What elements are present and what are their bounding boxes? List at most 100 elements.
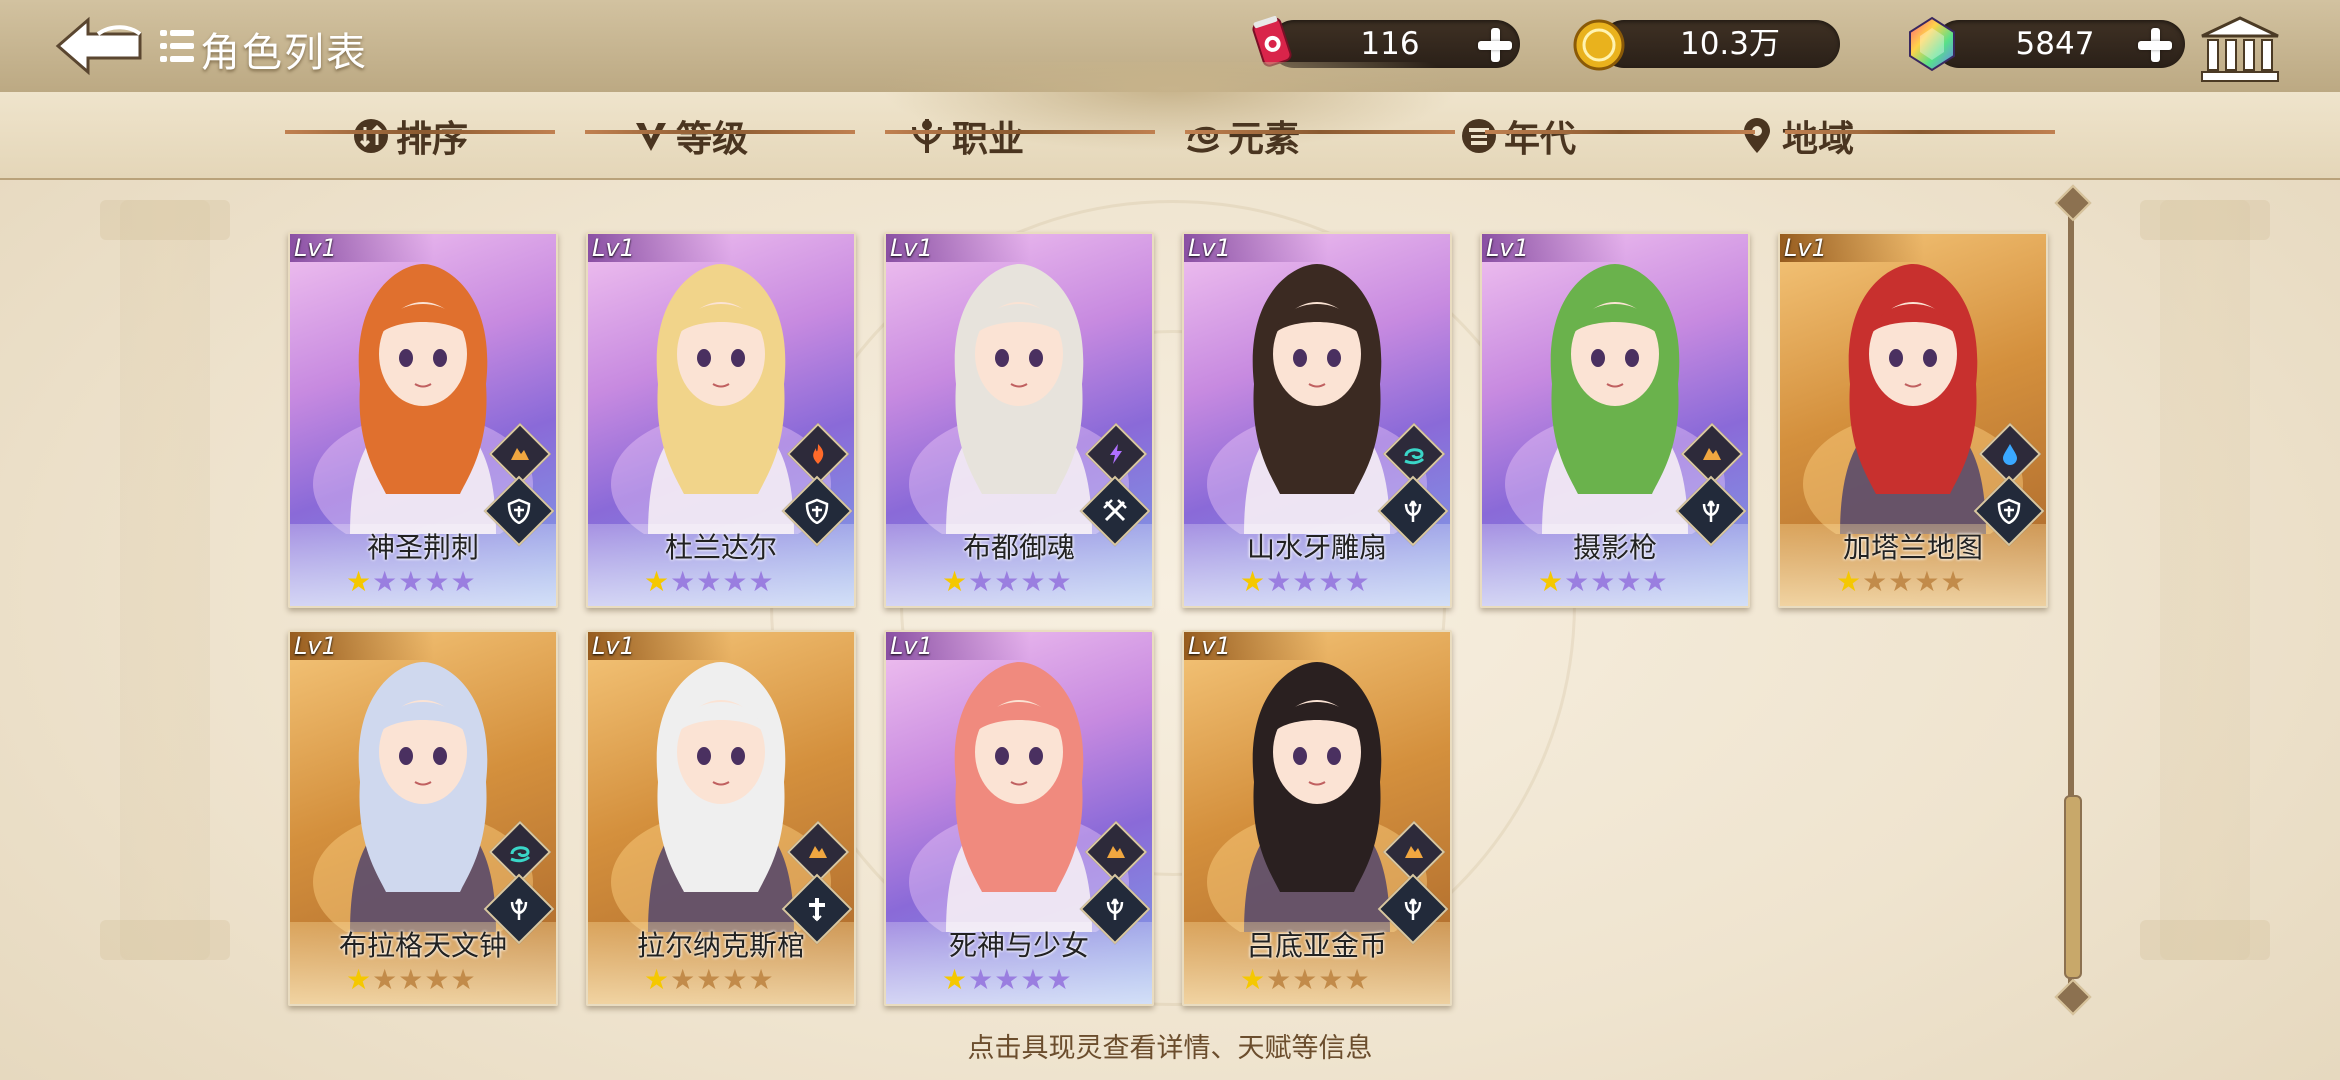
card-level-label: Lv1 (1482, 234, 1626, 262)
card-star-rating: ★ ★ ★ ★ ★ (1538, 568, 1668, 596)
star-empty-icon: ★ (1344, 565, 1370, 598)
filter-class[interactable]: 职业 (908, 114, 1024, 160)
star-empty-icon: ★ (372, 565, 398, 598)
filter-element[interactable]: 元素 (1184, 114, 1300, 160)
star-empty-icon: ★ (968, 963, 994, 996)
filter-region[interactable]: 地域 (1738, 114, 1854, 160)
footer-hint: 点击具现灵查看详情、天赋等信息 (967, 1033, 1373, 1064)
star-empty-icon: ★ (1266, 963, 1292, 996)
era-icon (1460, 117, 1498, 155)
card-star-rating: ★ ★ ★ ★ ★ (346, 966, 476, 994)
star-empty-icon: ★ (1862, 565, 1888, 598)
card-star-rating: ★ ★ ★ ★ ★ (1240, 966, 1370, 994)
filter-bar: 排序 等级 职业 元素 年代 地域 (0, 62, 2340, 180)
rainbow-gem-icon (1909, 16, 1955, 72)
star-empty-icon: ★ (1564, 565, 1590, 598)
gold-value: 10.3万 (1679, 26, 1781, 62)
column-divider (1485, 130, 1755, 134)
card-level-label: Lv1 (1184, 632, 1328, 660)
card-star-rating: ★ ★ ★ ★ ★ (644, 966, 774, 994)
character-card[interactable]: Lv1 杜兰达尔 ★ ★ ★ ★ ★ (586, 232, 856, 608)
add-gem-button[interactable] (2132, 22, 2178, 68)
star-empty-icon: ★ (424, 565, 450, 598)
character-card[interactable]: Lv1 摄影枪 ★ ★ ★ ★ ★ (1480, 232, 1750, 608)
column-divider (285, 130, 555, 134)
back-button[interactable] (52, 14, 148, 78)
star-empty-icon: ★ (1046, 963, 1072, 996)
column-divider (1785, 130, 2055, 134)
card-star-rating: ★ ★ ★ ★ ★ (644, 568, 774, 596)
star-empty-icon: ★ (1616, 565, 1642, 598)
star-empty-icon: ★ (1020, 565, 1046, 598)
class-icon (908, 117, 946, 155)
star-empty-icon: ★ (398, 963, 424, 996)
card-level-label: Lv1 (1780, 234, 1924, 262)
card-level-label: Lv1 (886, 632, 1030, 660)
star-filled-icon: ★ (942, 565, 968, 598)
character-card[interactable]: Lv1 布拉格天文钟 ★ ★ ★ ★ ★ (288, 630, 558, 1006)
star-empty-icon: ★ (748, 963, 774, 996)
star-empty-icon: ★ (722, 565, 748, 598)
character-card[interactable]: Lv1 加塔兰地图 ★ ★ ★ ★ ★ (1778, 232, 2048, 608)
gem-value: 5847 (2015, 26, 2095, 62)
character-card[interactable]: Lv1 神圣荆刺 ★ ★ ★ ★ ★ (288, 232, 558, 608)
location-pin-icon (1738, 117, 1776, 155)
star-empty-icon: ★ (1318, 565, 1344, 598)
star-empty-icon: ★ (1266, 565, 1292, 598)
card-star-rating: ★ ★ ★ ★ ★ (942, 966, 1072, 994)
bank-button[interactable] (2198, 14, 2282, 84)
filter-level[interactable]: 等级 (632, 114, 748, 160)
character-card[interactable]: Lv1 布都御魂 ★ ★ ★ ★ ★ (884, 232, 1154, 608)
star-filled-icon: ★ (1240, 963, 1266, 996)
gold-counter: 10.3万 (1600, 20, 1840, 68)
character-card[interactable]: Lv1 拉尔纳克斯棺 ★ ★ ★ ★ ★ (586, 630, 856, 1006)
star-empty-icon: ★ (722, 963, 748, 996)
star-filled-icon: ★ (1538, 565, 1564, 598)
star-empty-icon: ★ (968, 565, 994, 598)
star-filled-icon: ★ (1240, 565, 1266, 598)
star-empty-icon: ★ (1940, 565, 1966, 598)
card-level-label: Lv1 (588, 234, 732, 262)
star-empty-icon: ★ (1318, 963, 1344, 996)
scrollbar-bottom-cap (2054, 978, 2092, 1016)
star-filled-icon: ★ (346, 963, 372, 996)
add-stamina-button[interactable] (1472, 22, 1518, 68)
filter-sort-label: 排序 (396, 119, 469, 160)
filter-element-label: 元素 (1228, 119, 1301, 160)
card-star-rating: ★ ★ ★ ★ ★ (942, 568, 1072, 596)
star-empty-icon: ★ (748, 565, 774, 598)
star-filled-icon: ★ (346, 565, 372, 598)
star-empty-icon: ★ (670, 963, 696, 996)
gold-coin-icon (1573, 19, 1625, 71)
star-filled-icon: ★ (644, 963, 670, 996)
column-divider (585, 130, 855, 134)
star-empty-icon: ★ (450, 963, 476, 996)
star-empty-icon: ★ (1642, 565, 1668, 598)
star-filled-icon: ★ (942, 963, 968, 996)
card-level-label: Lv1 (1184, 234, 1328, 262)
filter-sort[interactable]: 排序 (352, 114, 468, 160)
list-icon (160, 28, 194, 64)
filter-era-label: 年代 (1504, 119, 1577, 160)
star-empty-icon: ★ (696, 565, 722, 598)
filter-level-label: 等级 (676, 119, 749, 160)
scrollbar-top-cap (2054, 184, 2092, 222)
column-divider (885, 130, 1155, 134)
level-v-icon (632, 117, 670, 155)
character-card[interactable]: Lv1 吕底亚金币 ★ ★ ★ ★ ★ (1182, 630, 1452, 1006)
left-pillar-decoration (100, 200, 230, 960)
scrollbar-thumb[interactable] (2064, 795, 2082, 979)
filter-class-label: 职业 (952, 119, 1025, 160)
character-card[interactable]: Lv1 山水牙雕扇 ★ ★ ★ ★ ★ (1182, 232, 1452, 608)
star-filled-icon: ★ (1836, 565, 1862, 598)
star-empty-icon: ★ (1590, 565, 1616, 598)
filter-era[interactable]: 年代 (1460, 114, 1576, 160)
star-empty-icon: ★ (994, 565, 1020, 598)
star-empty-icon: ★ (1046, 565, 1072, 598)
character-card[interactable]: Lv1 死神与少女 ★ ★ ★ ★ ★ (884, 630, 1154, 1006)
bank-building-icon (2201, 16, 2279, 82)
star-filled-icon: ★ (644, 565, 670, 598)
sort-icon (352, 117, 390, 155)
filter-region-label: 地域 (1782, 119, 1855, 160)
page-title: 角色列表 (200, 30, 368, 76)
